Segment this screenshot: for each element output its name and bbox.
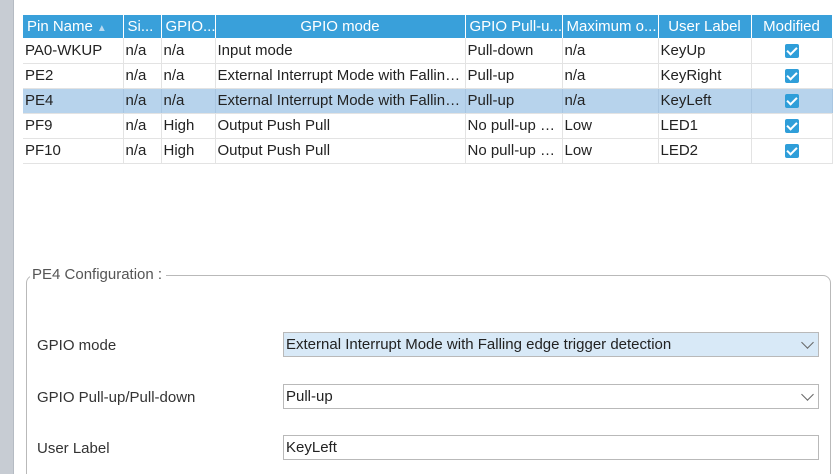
cell-pin-name: PE4 [23, 88, 124, 114]
column-header-pin-name[interactable]: Pin Name ▲ [23, 15, 124, 38]
cell-pin-name: PE2 [23, 63, 124, 89]
table-row-selected[interactable]: PE4 n/a n/a External Interrupt Mode with… [23, 88, 833, 114]
cell-gpio-pull: No pull-up a... [465, 138, 563, 164]
cell-signal: n/a [123, 113, 162, 139]
cell-user-label: KeyLeft [658, 88, 752, 114]
gpio-pull-value: Pull-up [286, 388, 333, 405]
table-row[interactable]: PF10 n/a High Output Push Pull No pull-u… [23, 138, 833, 164]
cell-max-speed: n/a [562, 38, 659, 64]
checkbox-checked-icon[interactable] [784, 43, 799, 58]
cell-gpio-output-level: n/a [161, 38, 216, 64]
cell-max-speed: Low [562, 113, 659, 139]
table-row[interactable]: PF9 n/a High Output Push Pull No pull-up… [23, 113, 833, 139]
cell-gpio-pull: Pull-up [465, 88, 563, 114]
cell-max-speed: n/a [562, 88, 659, 114]
cell-user-label: LED2 [658, 138, 752, 164]
checkbox-checked-icon[interactable] [784, 144, 799, 159]
cell-gpio-mode: External Interrupt Mode with Falling... [215, 63, 466, 89]
pin-configuration-panel: Pin Name ▲ Si... GPIO... GPIO mode GPIO P… [0, 0, 834, 474]
sort-icon[interactable]: ▲ [97, 23, 107, 34]
cell-gpio-pull: No pull-up a... [465, 113, 563, 139]
column-header-gpio-output-level[interactable]: GPIO... [161, 15, 216, 38]
cell-modified [751, 63, 833, 89]
cell-signal: n/a [123, 38, 162, 64]
cell-modified [751, 88, 833, 114]
user-label-label: User Label [37, 440, 110, 457]
checkbox-checked-icon[interactable] [784, 69, 799, 84]
gpio-mode-value: External Interrupt Mode with Falling edg… [286, 336, 672, 353]
cell-gpio-pull: Pull-up [465, 63, 563, 89]
cell-gpio-pull: Pull-down [465, 38, 563, 64]
cell-gpio-output-level: n/a [161, 88, 216, 114]
column-header-maximum-output-speed[interactable]: Maximum o... [562, 15, 659, 38]
cell-pin-name: PA0-WKUP [23, 38, 124, 64]
cell-signal: n/a [123, 88, 162, 114]
chevron-down-icon[interactable] [801, 336, 814, 349]
cell-modified [751, 138, 833, 164]
cell-user-label: LED1 [658, 113, 752, 139]
gpio-mode-label: GPIO mode [37, 337, 117, 354]
cell-signal: n/a [123, 138, 162, 164]
column-header-modified[interactable]: Modified [751, 15, 833, 38]
gpio-pull-select[interactable]: Pull-up [283, 384, 819, 409]
configuration-title: PE4 Configuration : [30, 266, 167, 283]
gpio-pull-label: GPIO Pull-up/Pull-down [37, 389, 196, 406]
checkbox-checked-icon[interactable] [784, 94, 799, 109]
cell-gpio-mode: Output Push Pull [215, 113, 466, 139]
left-scrollbar-strip[interactable] [0, 0, 14, 474]
table-header-row: Pin Name ▲ Si... GPIO... GPIO mode GPIO P… [23, 15, 833, 38]
cell-gpio-output-level: n/a [161, 63, 216, 89]
cell-gpio-output-level: High [161, 113, 216, 139]
cell-modified [751, 113, 833, 139]
table-row[interactable]: PE2 n/a n/a External Interrupt Mode with… [23, 63, 833, 89]
cell-pin-name: PF10 [23, 138, 124, 164]
cell-modified [751, 38, 833, 64]
cell-max-speed: Low [562, 138, 659, 164]
cell-user-label: KeyRight [658, 63, 752, 89]
cell-max-speed: n/a [562, 63, 659, 89]
cell-gpio-mode: Input mode [215, 38, 466, 64]
chevron-down-icon[interactable] [801, 388, 814, 401]
column-header-gpio-pull[interactable]: GPIO Pull-u... [465, 15, 563, 38]
user-label-input[interactable]: KeyLeft [283, 435, 819, 460]
cell-pin-name: PF9 [23, 113, 124, 139]
column-header-user-label[interactable]: User Label [658, 15, 752, 38]
checkbox-checked-icon[interactable] [784, 119, 799, 134]
cell-gpio-mode: External Interrupt Mode with Falling... [215, 88, 466, 114]
pin-table: Pin Name ▲ Si... GPIO... GPIO mode GPIO P… [23, 15, 833, 164]
gpio-mode-select[interactable]: External Interrupt Mode with Falling edg… [283, 332, 819, 357]
column-header-signal[interactable]: Si... [123, 15, 162, 38]
cell-signal: n/a [123, 63, 162, 89]
cell-gpio-output-level: High [161, 138, 216, 164]
column-header-label: Pin Name [27, 18, 93, 35]
cell-gpio-mode: Output Push Pull [215, 138, 466, 164]
table-row[interactable]: PA0-WKUP n/a n/a Input mode Pull-down n/… [23, 38, 833, 64]
cell-user-label: KeyUp [658, 38, 752, 64]
column-header-gpio-mode[interactable]: GPIO mode [215, 15, 466, 38]
